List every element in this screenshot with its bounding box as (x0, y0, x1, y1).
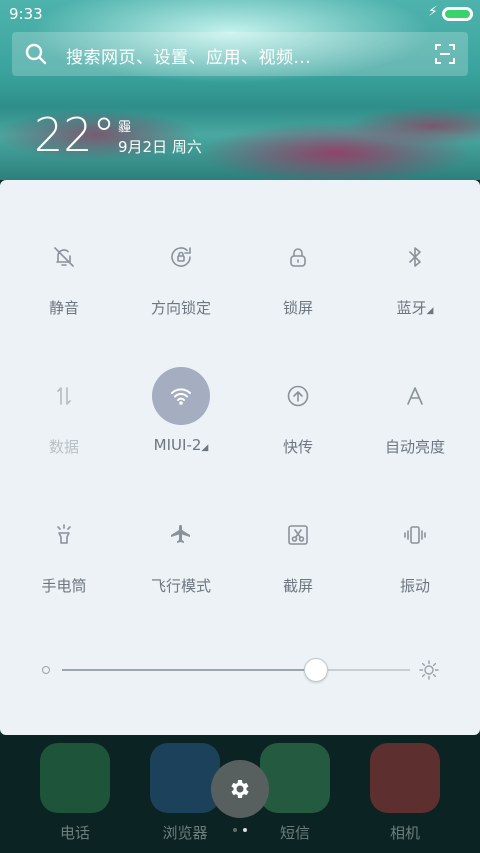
toggle-airplane-mode[interactable]: 飞行模式 (121, 506, 241, 596)
app-label: 相机 (389, 824, 420, 842)
bluetooth-icon (386, 228, 444, 286)
bell-off-icon (35, 228, 93, 286)
app-label: 浏览器 (162, 824, 208, 842)
more-options-icon: ◢ (201, 443, 209, 453)
date-label: 9月2日 周六 (118, 138, 202, 156)
toggle-rotation-lock[interactable]: 方向锁定 (121, 228, 241, 318)
weather-condition: 霾 (118, 120, 132, 135)
search-icon (25, 43, 47, 65)
upload-icon (269, 367, 327, 425)
toggle-vibrate[interactable]: 振动 (355, 506, 475, 596)
status-time: 9:33 (9, 5, 43, 23)
settings-button[interactable] (211, 760, 269, 818)
toggle-label: 方向锁定 (150, 299, 211, 317)
scan-icon[interactable] (434, 43, 456, 65)
screenshot-icon (269, 506, 327, 564)
vibrate-icon (386, 506, 444, 564)
toggle-wifi[interactable]: MIUI-2◢ (121, 367, 241, 457)
brightness-slider[interactable] (62, 658, 410, 682)
toggle-flashlight[interactable]: 手电筒 (4, 506, 124, 596)
toggle-label: 振动 (399, 577, 430, 595)
toggle-label: 飞行模式 (150, 577, 211, 595)
battery-icon (442, 7, 473, 21)
toggle-label: 静音 (48, 299, 79, 317)
lock-icon (269, 228, 327, 286)
brightness-high-icon (419, 660, 439, 680)
browser-icon[interactable] (150, 743, 220, 813)
temperature: 22° (34, 108, 116, 162)
flashlight-icon (35, 506, 93, 564)
toggle-quick-transfer[interactable]: 快传 (238, 367, 358, 457)
toggle-mobile-data[interactable]: 数据 (4, 367, 124, 457)
camera-icon[interactable] (370, 743, 440, 813)
wifi-icon (152, 367, 210, 425)
brightness-low-icon (42, 666, 50, 674)
toggle-label: 蓝牙◢ (396, 299, 434, 317)
message-icon[interactable] (260, 743, 330, 813)
more-options-icon: ◢ (426, 306, 434, 316)
toggle-lock-screen[interactable]: 锁屏 (238, 228, 358, 318)
toggle-label: 手电筒 (41, 577, 87, 595)
page-indicator-dot (233, 828, 237, 832)
brightness-slider-fill (62, 669, 317, 671)
status-bar: 9:33 ⚡ (0, 0, 480, 28)
toggle-label: 数据 (48, 438, 79, 456)
toggle-bluetooth[interactable]: 蓝牙◢ (355, 228, 475, 318)
search-input[interactable]: 搜索网页、设置、应用、视频... (66, 43, 311, 68)
toggle-label: MIUI-2◢ (153, 436, 209, 454)
search-bar[interactable]: 搜索网页、设置、应用、视频... (12, 32, 468, 76)
phone-icon[interactable] (40, 743, 110, 813)
gear-icon (231, 780, 249, 798)
page-indicator-dot-active (243, 828, 247, 832)
auto-brightness-icon (386, 367, 444, 425)
toggle-auto-brightness[interactable]: 自动亮度 (355, 367, 475, 457)
toggle-mute[interactable]: 静音 (4, 228, 124, 318)
toggle-label: 截屏 (282, 577, 313, 595)
data-transfer-icon (35, 367, 93, 425)
toggle-label: 自动亮度 (384, 438, 445, 456)
toggle-label: 快传 (282, 438, 313, 456)
airplane-icon (152, 506, 210, 564)
charging-icon: ⚡ (428, 4, 438, 20)
app-label: 短信 (279, 824, 310, 842)
rotation-lock-icon (152, 228, 210, 286)
brightness-slider-thumb[interactable] (304, 658, 329, 682)
toggle-label: 锁屏 (282, 299, 313, 317)
toggle-screenshot[interactable]: 截屏 (238, 506, 358, 596)
app-label: 电话 (59, 824, 90, 842)
